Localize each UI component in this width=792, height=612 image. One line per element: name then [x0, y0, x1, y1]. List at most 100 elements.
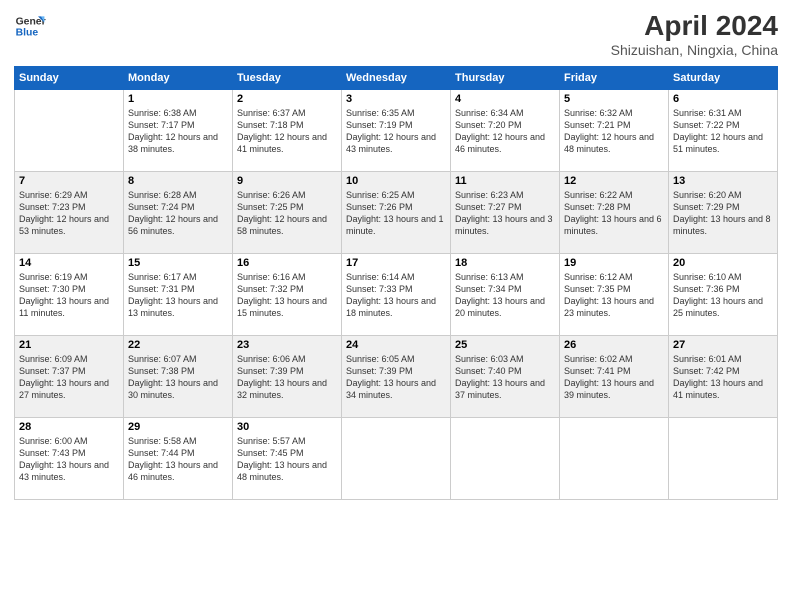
day-info: Sunrise: 6:09 AMSunset: 7:37 PMDaylight:…: [19, 353, 119, 402]
calendar-table: Sunday Monday Tuesday Wednesday Thursday…: [14, 66, 778, 500]
calendar-cell: [451, 418, 560, 500]
day-info: Sunrise: 6:26 AMSunset: 7:25 PMDaylight:…: [237, 189, 337, 238]
day-info: Sunrise: 6:17 AMSunset: 7:31 PMDaylight:…: [128, 271, 228, 320]
day-info: Sunrise: 6:35 AMSunset: 7:19 PMDaylight:…: [346, 107, 446, 156]
logo-icon: General Blue: [14, 10, 46, 42]
day-info: Sunrise: 6:12 AMSunset: 7:35 PMDaylight:…: [564, 271, 664, 320]
col-saturday: Saturday: [669, 67, 778, 90]
day-number: 9: [237, 175, 337, 187]
location-title: Shizuishan, Ningxia, China: [611, 42, 778, 58]
day-info: Sunrise: 6:14 AMSunset: 7:33 PMDaylight:…: [346, 271, 446, 320]
page-header: General Blue April 2024 Shizuishan, Ning…: [14, 10, 778, 58]
calendar-cell: 9 Sunrise: 6:26 AMSunset: 7:25 PMDaylight…: [233, 172, 342, 254]
day-number: 18: [455, 257, 555, 269]
calendar-cell: 24 Sunrise: 6:05 AMSunset: 7:39 PMDayligh…: [342, 336, 451, 418]
day-info: Sunrise: 6:20 AMSunset: 7:29 PMDaylight:…: [673, 189, 773, 238]
day-info: Sunrise: 6:01 AMSunset: 7:42 PMDaylight:…: [673, 353, 773, 402]
calendar-week-row-4: 21 Sunrise: 6:09 AMSunset: 7:37 PMDayligh…: [15, 336, 778, 418]
day-info: Sunrise: 6:03 AMSunset: 7:40 PMDaylight:…: [455, 353, 555, 402]
calendar-cell: 22 Sunrise: 6:07 AMSunset: 7:38 PMDayligh…: [124, 336, 233, 418]
day-info: Sunrise: 6:28 AMSunset: 7:24 PMDaylight:…: [128, 189, 228, 238]
day-info: Sunrise: 6:10 AMSunset: 7:36 PMDaylight:…: [673, 271, 773, 320]
day-number: 20: [673, 257, 773, 269]
day-info: Sunrise: 6:22 AMSunset: 7:28 PMDaylight:…: [564, 189, 664, 238]
calendar-cell: 2 Sunrise: 6:37 AMSunset: 7:18 PMDaylight…: [233, 90, 342, 172]
day-number: 8: [128, 175, 228, 187]
calendar-cell: 8 Sunrise: 6:28 AMSunset: 7:24 PMDaylight…: [124, 172, 233, 254]
col-tuesday: Tuesday: [233, 67, 342, 90]
day-number: 26: [564, 339, 664, 351]
day-number: 10: [346, 175, 446, 187]
month-title: April 2024: [611, 10, 778, 42]
calendar-cell: 20 Sunrise: 6:10 AMSunset: 7:36 PMDayligh…: [669, 254, 778, 336]
calendar-cell: 17 Sunrise: 6:14 AMSunset: 7:33 PMDayligh…: [342, 254, 451, 336]
day-number: 2: [237, 93, 337, 105]
day-number: 13: [673, 175, 773, 187]
calendar-cell: [342, 418, 451, 500]
day-number: 7: [19, 175, 119, 187]
calendar-cell: 5 Sunrise: 6:32 AMSunset: 7:21 PMDaylight…: [560, 90, 669, 172]
day-number: 11: [455, 175, 555, 187]
day-number: 25: [455, 339, 555, 351]
day-info: Sunrise: 6:16 AMSunset: 7:32 PMDaylight:…: [237, 271, 337, 320]
day-number: 24: [346, 339, 446, 351]
day-number: 22: [128, 339, 228, 351]
day-number: 21: [19, 339, 119, 351]
svg-text:Blue: Blue: [16, 28, 39, 39]
day-number: 4: [455, 93, 555, 105]
logo: General Blue: [14, 10, 46, 42]
day-number: 12: [564, 175, 664, 187]
calendar-cell: 30Sunrise: 5:57 AMSunset: 7:45 PMDayligh…: [233, 418, 342, 500]
title-block: April 2024 Shizuishan, Ningxia, China: [611, 10, 778, 58]
calendar-cell: [560, 418, 669, 500]
day-info: Sunrise: 6:23 AMSunset: 7:27 PMDaylight:…: [455, 189, 555, 238]
calendar-cell: 28Sunrise: 6:00 AMSunset: 7:43 PMDayligh…: [15, 418, 124, 500]
day-info: Sunrise: 6:07 AMSunset: 7:38 PMDaylight:…: [128, 353, 228, 402]
calendar-cell: 15 Sunrise: 6:17 AMSunset: 7:31 PMDayligh…: [124, 254, 233, 336]
calendar-cell: 21 Sunrise: 6:09 AMSunset: 7:37 PMDayligh…: [15, 336, 124, 418]
calendar-cell: 18 Sunrise: 6:13 AMSunset: 7:34 PMDayligh…: [451, 254, 560, 336]
calendar-week-row-3: 14Sunrise: 6:19 AMSunset: 7:30 PMDayligh…: [15, 254, 778, 336]
day-info: Sunrise: 6:29 AMSunset: 7:23 PMDaylight:…: [19, 189, 119, 238]
calendar-cell: 10Sunrise: 6:25 AMSunset: 7:26 PMDayligh…: [342, 172, 451, 254]
calendar-cell: 4Sunrise: 6:34 AMSunset: 7:20 PMDaylight…: [451, 90, 560, 172]
day-info: Sunrise: 6:06 AMSunset: 7:39 PMDaylight:…: [237, 353, 337, 402]
col-friday: Friday: [560, 67, 669, 90]
day-number: 15: [128, 257, 228, 269]
day-number: 6: [673, 93, 773, 105]
day-number: 3: [346, 93, 446, 105]
calendar-cell: 6 Sunrise: 6:31 AMSunset: 7:22 PMDaylight…: [669, 90, 778, 172]
day-info: Sunrise: 6:02 AMSunset: 7:41 PMDaylight:…: [564, 353, 664, 402]
day-number: 16: [237, 257, 337, 269]
day-info: Sunrise: 6:31 AMSunset: 7:22 PMDaylight:…: [673, 107, 773, 156]
day-number: 29: [128, 421, 228, 433]
day-info: Sunrise: 6:38 AMSunset: 7:17 PMDaylight:…: [128, 107, 228, 156]
calendar-cell: 16 Sunrise: 6:16 AMSunset: 7:32 PMDayligh…: [233, 254, 342, 336]
calendar-cell: 26 Sunrise: 6:02 AMSunset: 7:41 PMDayligh…: [560, 336, 669, 418]
calendar-cell: 23 Sunrise: 6:06 AMSunset: 7:39 PMDayligh…: [233, 336, 342, 418]
day-number: 14: [19, 257, 119, 269]
col-wednesday: Wednesday: [342, 67, 451, 90]
calendar-cell: 29Sunrise: 5:58 AMSunset: 7:44 PMDayligh…: [124, 418, 233, 500]
day-number: 19: [564, 257, 664, 269]
calendar-cell: [15, 90, 124, 172]
calendar-header-row: Sunday Monday Tuesday Wednesday Thursday…: [15, 67, 778, 90]
day-number: 5: [564, 93, 664, 105]
calendar-cell: 14Sunrise: 6:19 AMSunset: 7:30 PMDayligh…: [15, 254, 124, 336]
day-number: 30: [237, 421, 337, 433]
day-info: Sunrise: 6:13 AMSunset: 7:34 PMDaylight:…: [455, 271, 555, 320]
calendar-week-row-2: 7 Sunrise: 6:29 AMSunset: 7:23 PMDaylight…: [15, 172, 778, 254]
day-number: 23: [237, 339, 337, 351]
calendar-week-row-1: 1 Sunrise: 6:38 AMSunset: 7:17 PMDaylight…: [15, 90, 778, 172]
day-number: 28: [19, 421, 119, 433]
col-sunday: Sunday: [15, 67, 124, 90]
calendar-cell: [669, 418, 778, 500]
calendar-cell: 11 Sunrise: 6:23 AMSunset: 7:27 PMDayligh…: [451, 172, 560, 254]
day-info: Sunrise: 6:32 AMSunset: 7:21 PMDaylight:…: [564, 107, 664, 156]
calendar-cell: 3 Sunrise: 6:35 AMSunset: 7:19 PMDaylight…: [342, 90, 451, 172]
day-number: 17: [346, 257, 446, 269]
day-info: Sunrise: 6:05 AMSunset: 7:39 PMDaylight:…: [346, 353, 446, 402]
calendar-cell: 27Sunrise: 6:01 AMSunset: 7:42 PMDayligh…: [669, 336, 778, 418]
day-number: 1: [128, 93, 228, 105]
day-info: Sunrise: 6:37 AMSunset: 7:18 PMDaylight:…: [237, 107, 337, 156]
